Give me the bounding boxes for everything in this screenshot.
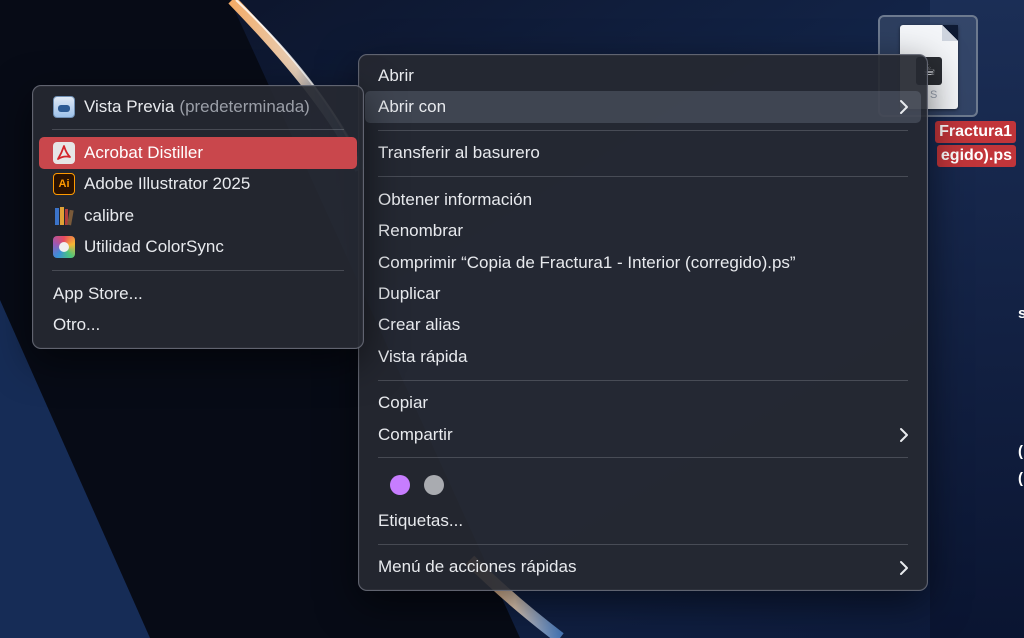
menu-item-tags[interactable]: Etiquetas... — [365, 505, 921, 536]
menu-separator — [378, 129, 908, 131]
submenu-item-app-store[interactable]: App Store... — [39, 278, 357, 309]
menu-separator — [52, 269, 344, 271]
open-with-submenu: Vista Previa (predeterminada) Acrobat Di… — [32, 85, 364, 349]
menu-item-get-info[interactable]: Obtener información — [365, 184, 921, 215]
app-name: Acrobat Distiller — [84, 143, 204, 163]
menu-item-label: Abrir — [378, 65, 414, 85]
menu-item-make-alias[interactable]: Crear alias — [365, 310, 921, 341]
menu-item-label: Menú de acciones rápidas — [378, 557, 577, 577]
menu-item-label: Transferir al basurero — [378, 143, 540, 163]
chevron-right-icon — [900, 560, 908, 575]
clipped-desktop-label: ( — [1018, 470, 1023, 487]
submenu-item-calibre[interactable]: calibre — [39, 200, 357, 231]
menu-item-label: Duplicar — [378, 284, 441, 304]
tag-gray-dot[interactable] — [424, 475, 444, 496]
menu-item-label: Copiar — [378, 393, 429, 413]
tag-color-row — [365, 465, 921, 505]
menu-item-share[interactable]: Compartir — [365, 419, 921, 450]
tag-purple-dot[interactable] — [390, 475, 410, 496]
preview-app-icon — [53, 95, 75, 118]
menu-separator — [52, 129, 344, 131]
menu-item-label: Otro... — [53, 315, 101, 335]
app-name: Utilidad ColorSync — [84, 237, 224, 257]
menu-separator — [378, 543, 908, 545]
menu-separator — [378, 379, 908, 381]
calibre-icon — [53, 205, 75, 227]
menu-item-open-with[interactable]: Abrir con — [365, 91, 921, 123]
menu-item-label: Crear alias — [378, 315, 461, 335]
file-context-menu: Abrir Abrir con Transferir al basurero O… — [358, 54, 928, 591]
menu-item-rename[interactable]: Renombrar — [365, 216, 921, 247]
menu-item-label: App Store... — [53, 283, 143, 303]
menu-separator — [378, 457, 908, 459]
file-label-line-2: egido).ps — [936, 145, 1016, 167]
chevron-right-icon — [900, 427, 908, 442]
menu-item-open[interactable]: Abrir — [365, 60, 921, 91]
file-label-line-1: Fractura1 — [935, 121, 1016, 143]
app-name: Vista Previa — [84, 96, 175, 116]
menu-item-duplicate[interactable]: Duplicar — [365, 278, 921, 309]
default-app-note: (predeterminada) — [179, 96, 310, 116]
submenu-item-other[interactable]: Otro... — [39, 309, 357, 340]
menu-item-label: Renombrar — [378, 221, 464, 241]
menu-item-quick-actions[interactable]: Menú de acciones rápidas — [365, 552, 921, 583]
chevron-right-icon — [900, 100, 908, 115]
submenu-item-illustrator[interactable]: Ai Adobe Illustrator 2025 — [39, 169, 357, 200]
colorsync-icon — [53, 236, 75, 259]
clipped-desktop-label: s — [1018, 305, 1024, 322]
menu-item-copy[interactable]: Copiar — [365, 388, 921, 419]
app-name: Adobe Illustrator 2025 — [84, 174, 251, 194]
clipped-desktop-label: ( — [1018, 443, 1023, 460]
menu-item-label: Obtener información — [378, 189, 533, 209]
submenu-item-default-app[interactable]: Vista Previa (predeterminada) — [39, 91, 357, 122]
menu-item-quick-look[interactable]: Vista rápida — [365, 341, 921, 372]
menu-item-label: Compartir — [378, 424, 453, 444]
menu-item-label: Comprimir “Copia de Fractura1 - Interior… — [378, 252, 796, 272]
submenu-item-acrobat-distiller[interactable]: Acrobat Distiller — [39, 137, 357, 169]
menu-item-compress[interactable]: Comprimir “Copia de Fractura1 - Interior… — [365, 247, 921, 278]
menu-item-label: Vista rápida — [378, 346, 468, 366]
submenu-item-colorsync[interactable]: Utilidad ColorSync — [39, 232, 357, 263]
app-name: calibre — [84, 205, 135, 225]
desktop-file-label[interactable]: Fractura1 egido).ps — [920, 121, 1016, 169]
acrobat-icon — [53, 142, 75, 165]
illustrator-icon: Ai — [53, 173, 75, 196]
menu-item-label: Abrir con — [378, 97, 447, 117]
menu-item-label: Etiquetas... — [378, 510, 464, 530]
file-extension-mark: S — [930, 89, 938, 101]
menu-item-move-to-trash[interactable]: Transferir al basurero — [365, 138, 921, 169]
menu-separator — [378, 176, 908, 178]
